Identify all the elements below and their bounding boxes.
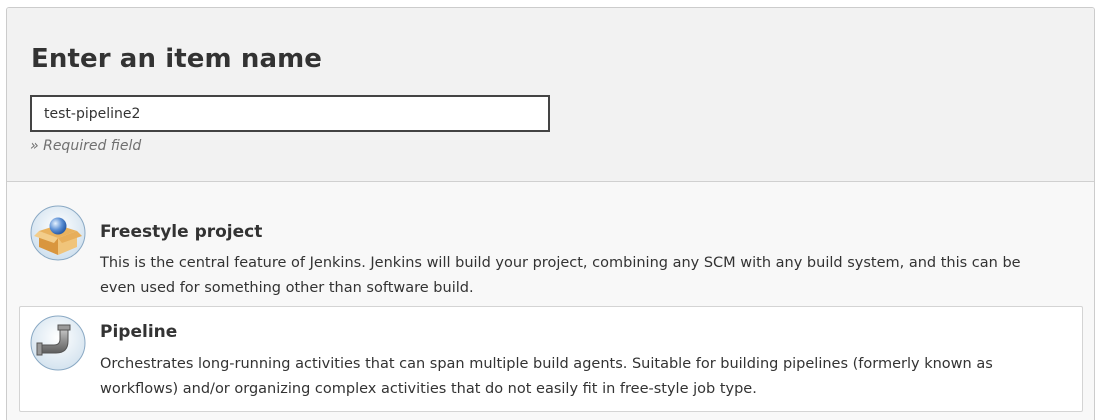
item-title: Freestyle project [100,222,263,242]
item-name-input[interactable] [30,95,550,132]
item-description: Orchestrates long-running activities tha… [100,356,993,397]
item-title: Pipeline [100,322,178,342]
new-item-panel: Enter an item name » Required field [6,7,1095,420]
required-field-note: » Required field [30,138,142,154]
page-title: Enter an item name [31,44,323,74]
item-type-pipeline[interactable]: Pipeline Orchestrates long-running activ… [19,306,1083,412]
item-type-freestyle-project[interactable]: Freestyle project This is the central fe… [19,196,1083,296]
freestyle-project-icon [30,205,86,261]
item-name-section: Enter an item name » Required field [7,8,1094,182]
pipeline-icon [30,315,86,371]
item-description: This is the central feature of Jenkins. … [100,255,1021,296]
